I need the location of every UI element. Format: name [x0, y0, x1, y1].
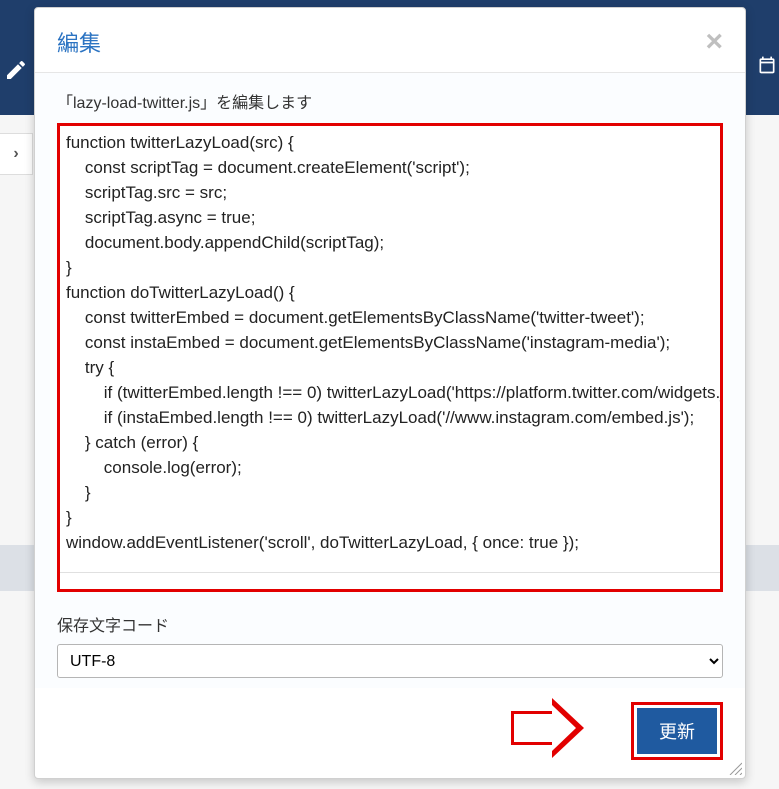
modal-title: 編集: [57, 26, 101, 58]
arrow-body-icon: [511, 711, 555, 745]
edit-modal: 編集 × 「lazy-load-twitter.js」を編集します 保存文字コー…: [34, 7, 746, 779]
encoding-label: 保存文字コード: [57, 612, 723, 636]
resize-grip-icon[interactable]: [728, 761, 742, 775]
annotation-arrow: [511, 711, 591, 751]
calendar-icon: [757, 55, 777, 80]
edit-file-label: 「lazy-load-twitter.js」を編集します: [57, 89, 723, 113]
code-editor-highlight: [57, 123, 723, 592]
encoding-select[interactable]: UTF-8: [57, 644, 723, 678]
modal-body: 「lazy-load-twitter.js」を編集します 保存文字コード UTF…: [35, 73, 745, 688]
close-icon[interactable]: ×: [705, 27, 723, 57]
arrow-head-inner: [552, 705, 576, 751]
chevron-right-icon: ›: [13, 145, 18, 163]
pencil-icon: [4, 58, 28, 87]
modal-header: 編集 ×: [35, 8, 745, 73]
update-button[interactable]: 更新: [637, 708, 717, 754]
breadcrumb-toggle[interactable]: ›: [0, 133, 33, 175]
code-textarea[interactable]: [60, 126, 720, 572]
horizontal-scrollbar[interactable]: [60, 572, 720, 589]
update-button-highlight: 更新: [631, 702, 723, 760]
modal-footer: 更新: [35, 688, 745, 778]
